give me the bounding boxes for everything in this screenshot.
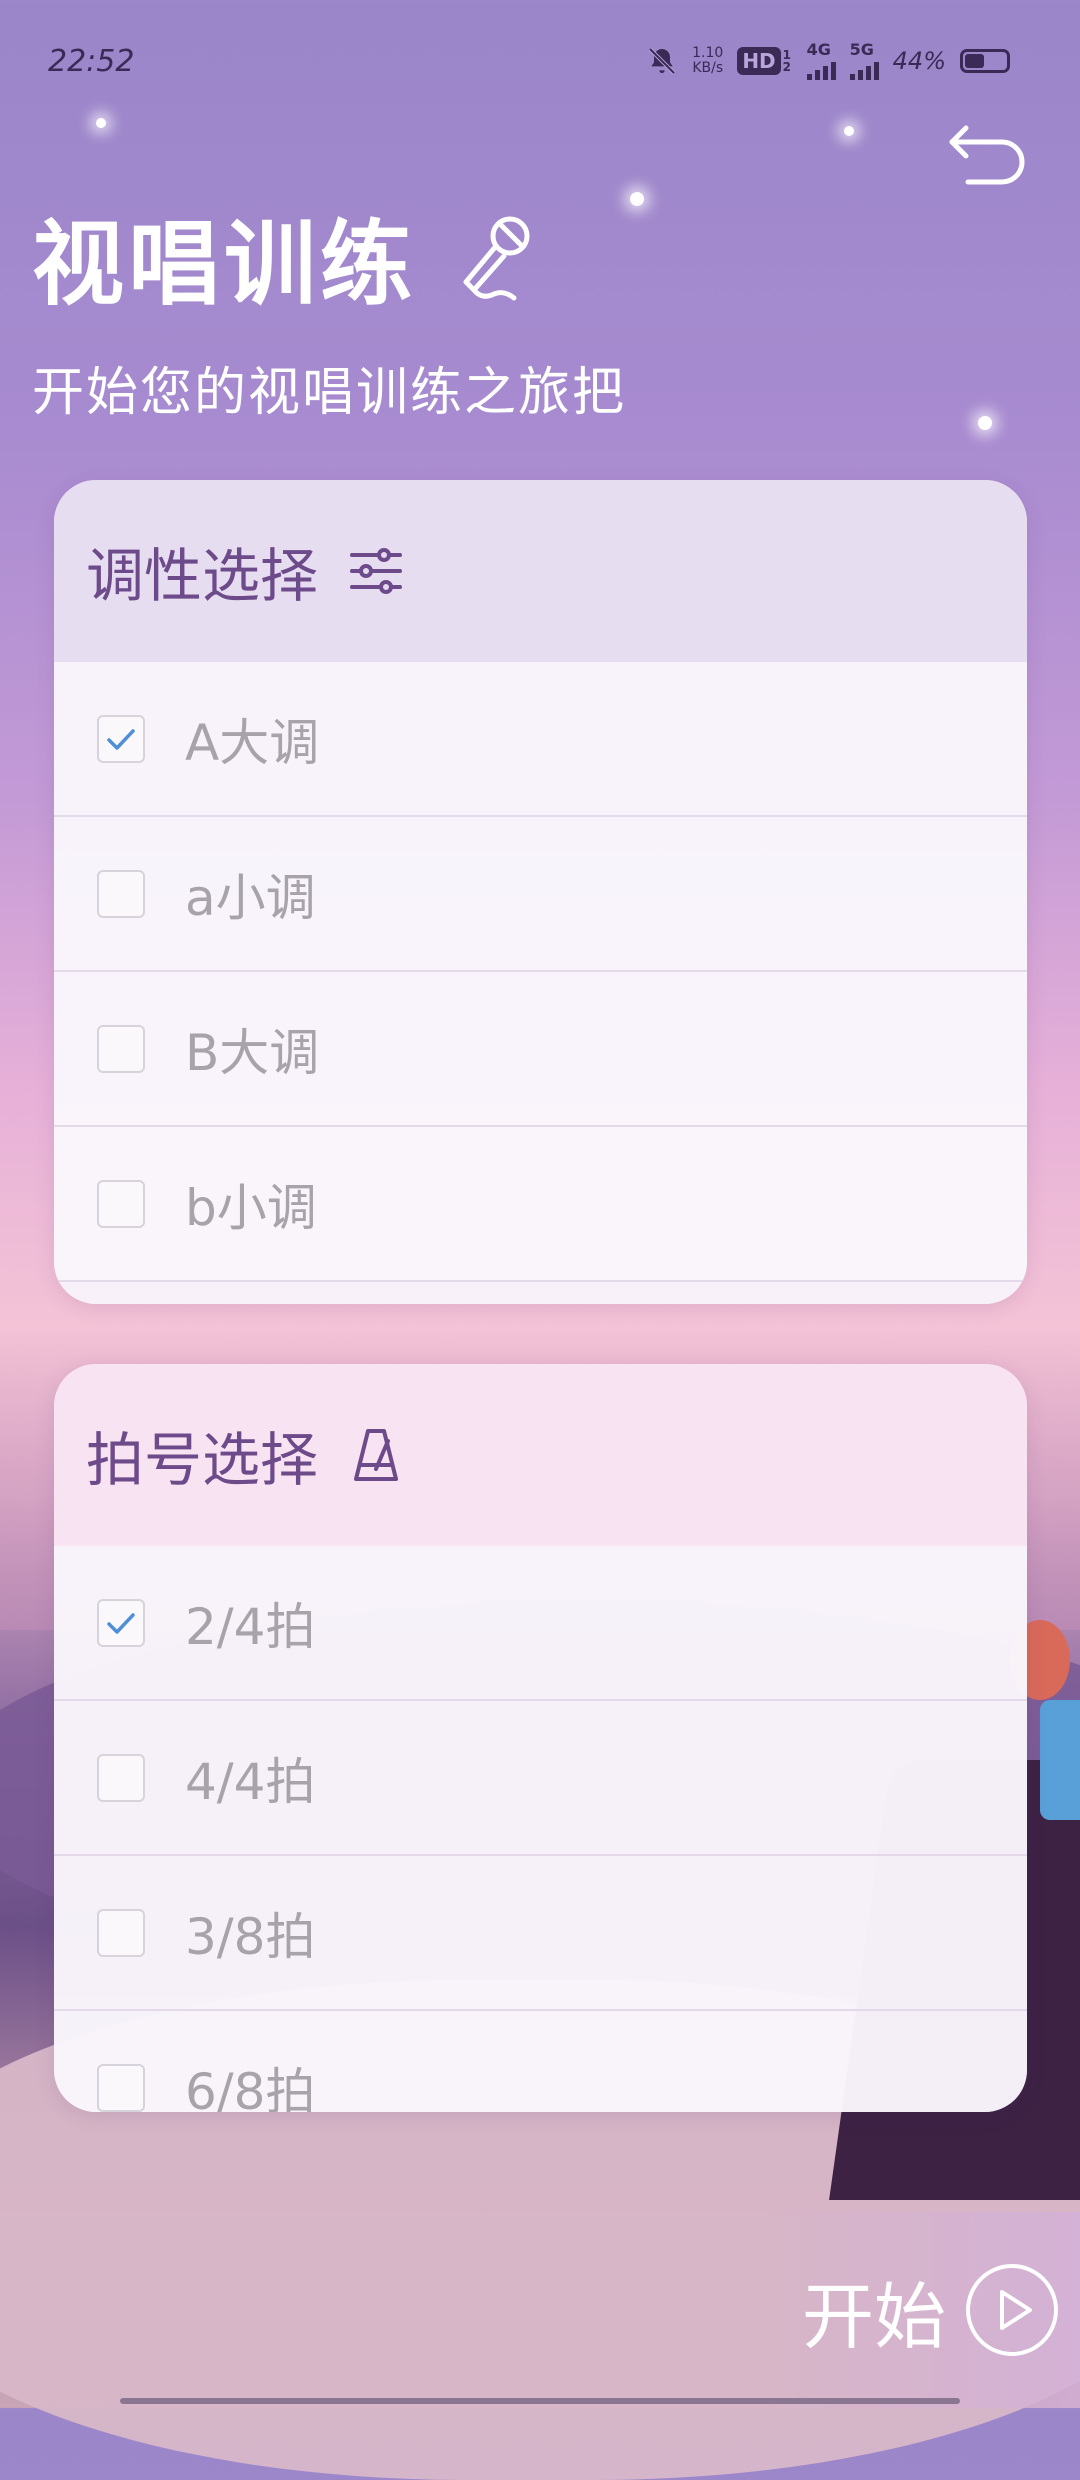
bell-off-icon [648,47,676,75]
checkbox[interactable] [97,2063,145,2112]
checkbox[interactable] [97,1598,145,1647]
start-button[interactable]: 开始 [760,2212,1080,2408]
meter-option-row[interactable]: 4/4拍 [54,1701,1027,1856]
meter-option-row[interactable]: 6/8拍 [54,2011,1027,2112]
meter-selection-card: 拍号选择 2/4拍 4/4拍 3/8拍 6/8拍 [54,1364,1027,2112]
battery-percent: 44% [892,47,946,75]
key-option-row[interactable]: B大调 [54,972,1027,1127]
checkbox[interactable] [97,1908,145,1957]
status-bar: 22:52 1.10 KB/s HD 1 2 4G 5G 44% [0,0,1080,120]
hd-icon: HD 1 2 [737,47,792,75]
meter-option-label: 2/4拍 [185,1597,316,1656]
status-icons: 1.10 KB/s HD 1 2 4G 5G 44% [646,42,1010,80]
metronome-icon [354,1429,399,1481]
key-option-row[interactable]: A大调 [54,662,1027,817]
key-option-row[interactable]: a小调 [54,817,1027,972]
meter-option-label: 4/4拍 [185,1752,316,1811]
key-option-label: b小调 [185,1178,317,1237]
check-icon [107,728,135,750]
signal-5g-icon: 5G [849,42,879,80]
checkbox[interactable] [97,1024,145,1073]
start-button-label: 开始 [801,2274,946,2359]
status-time: 22:52 [48,44,135,79]
meter-option-row[interactable]: 3/8拍 [54,1856,1027,2011]
sliders-icon [350,548,403,594]
key-option-row[interactable]: b小调 [54,1127,1027,1282]
home-indicator[interactable] [120,2398,960,2404]
page-title: 视唱训练 [32,190,536,323]
signal-4g-icon: 4G [806,42,836,80]
meter-card-header: 拍号选择 [54,1364,1027,1546]
undo-arrow-icon[interactable] [944,100,1034,190]
checkbox[interactable] [97,1753,145,1802]
battery-icon [960,49,1010,73]
microphone-icon [463,216,530,300]
key-option-label: a小调 [185,868,316,927]
meter-option-row[interactable]: 2/4拍 [54,1546,1027,1701]
play-circle-icon [966,2264,1058,2356]
page-subtitle: 开始您的视唱训练之旅把 [32,363,627,423]
key-option-label: A大调 [185,713,320,772]
checkbox[interactable] [97,714,145,763]
meter-option-label: 3/8拍 [185,1907,316,1966]
checkbox[interactable] [97,869,145,918]
key-card-header: 调性选择 [54,480,1027,662]
key-selection-card: 调性选择 A大调 a小调 B大调 b小调 [54,480,1027,1304]
net-speed: 1.10 KB/s [692,45,724,76]
checkbox[interactable] [97,1179,145,1228]
check-icon [107,1612,135,1634]
meter-card-title: 拍号选择 [86,1426,319,1494]
meter-option-label: 6/8拍 [185,2062,316,2113]
key-card-title: 调性选择 [86,542,319,610]
key-option-label: B大调 [185,1023,320,1082]
